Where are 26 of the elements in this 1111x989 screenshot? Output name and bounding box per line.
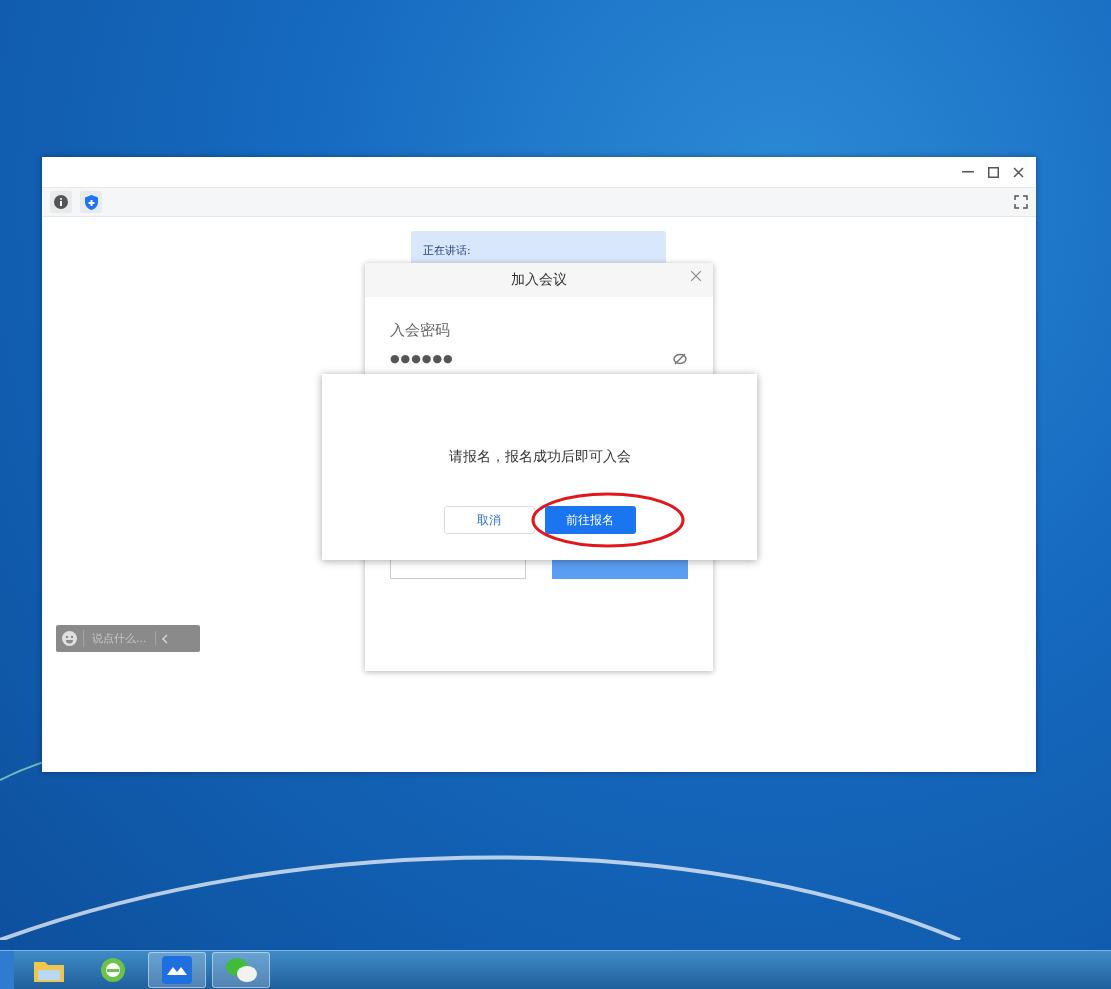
shield-icon: [84, 194, 98, 210]
taskbar-button[interactable]: [212, 952, 270, 988]
close-button[interactable]: [689, 269, 703, 283]
chevron-left-icon: [161, 633, 168, 644]
start-button[interactable]: [0, 951, 14, 989]
cancel-button[interactable]: 取消: [443, 506, 535, 534]
info-icon: [54, 195, 68, 209]
confirm-button[interactable]: 前往报名: [544, 506, 636, 534]
minimize-icon[interactable]: [962, 171, 974, 173]
password-label: 入会密码: [390, 321, 451, 340]
browser-icon: [98, 955, 128, 985]
security-button[interactable]: [80, 191, 102, 213]
password-field[interactable]: ●●●●●●: [390, 352, 688, 365]
close-icon[interactable]: [1013, 166, 1024, 178]
prompt-message: 请报名，报名成功后即可入会: [448, 448, 631, 466]
close-icon: [691, 271, 701, 281]
taskbar-button[interactable]: [148, 952, 206, 988]
fullscreen-icon[interactable]: [1014, 195, 1028, 209]
info-button[interactable]: [50, 191, 72, 213]
eye-hidden-icon[interactable]: [672, 352, 688, 365]
speaking-label: 正在讲话:: [423, 244, 471, 257]
maximize-icon[interactable]: [988, 166, 999, 178]
dialog-title: 加入会议: [511, 271, 567, 289]
app-logo-icon: [162, 956, 192, 984]
smiley-icon[interactable]: [62, 631, 77, 646]
chat-bubbles-icon: [224, 956, 258, 984]
